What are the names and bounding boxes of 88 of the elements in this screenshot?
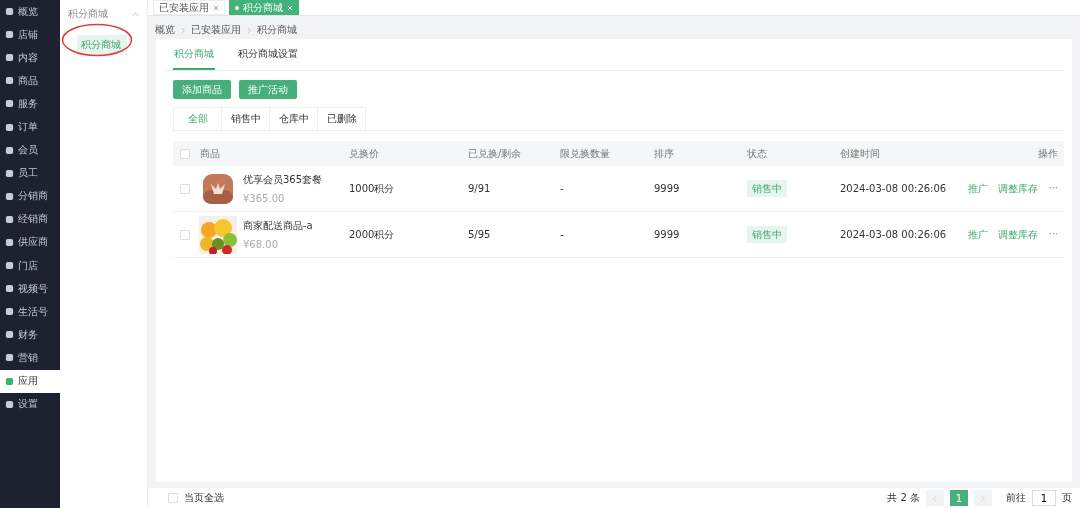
filter-tab[interactable]: 销售中 [222,107,270,130]
page-input[interactable]: 1 [1032,490,1056,506]
square-icon [5,376,14,386]
previous-page-button[interactable] [926,490,944,506]
chevron-icon [132,11,139,17]
status-tag: 销售中 [747,179,787,197]
square-icon [5,7,14,17]
table-cell-text: 9/91 [468,183,492,194]
square-icon [5,399,14,409]
sidebar-item[interactable]: 商品 [0,69,60,93]
checkbox[interactable] [168,493,178,503]
square-icon [5,284,14,294]
sidebar-item[interactable]: 服务 [0,92,60,116]
filter-tab[interactable]: 已删除 [318,107,366,130]
close-icon[interactable] [213,4,219,11]
product-name[interactable]: 优享会员365套餐 [243,173,323,187]
column-header: 商品 [200,146,221,161]
goto-label: 前往 [1006,491,1026,505]
table-cell-text: 2024-03-08 00:26:06 [840,229,948,240]
table-cell-text: 2000积分 [349,227,396,242]
column-header: 创建时间 [840,146,881,161]
breadcrumb-link[interactable]: 概览 [155,23,175,37]
checkbox[interactable] [180,229,190,240]
select-all-label: 当页全选 [184,491,224,505]
status-tag: 销售中 [747,225,787,243]
table-cell-text: 1000积分 [349,181,396,196]
product-price: ¥68.00 [243,239,279,250]
sidebar-item[interactable]: 分销商 [0,184,60,208]
sidebar-item[interactable]: 财务 [0,323,60,347]
page-unit: 页 [1062,491,1072,505]
sidebar-item[interactable]: 店铺 [0,23,60,47]
product-price: ¥365.00 [243,193,286,204]
next-page-button[interactable] [974,490,992,506]
tab[interactable]: 积分商城设置 [237,39,299,70]
table-cell-text: 2024-03-08 00:26:06 [840,183,948,194]
filter-tab[interactable]: 仓库中 [270,107,318,130]
square-icon [5,99,14,109]
page-tab[interactable]: 已安装应用 [153,0,225,15]
chevron-icon [247,26,251,34]
breadcrumb-link[interactable]: 已安装应用 [191,23,241,37]
sidebar-item[interactable]: 门店 [0,254,60,278]
column-header: 限兑换数量 [560,146,611,161]
table-cell-text: 9999 [654,229,681,240]
sidebar-item[interactable]: 概览 [0,0,60,24]
square-icon [5,122,14,132]
table-cell-text: 9999 [654,183,681,194]
square-icon [5,238,14,247]
total-count: 共 2 条 [887,491,920,505]
tab-label: 积分商城 [243,0,283,15]
sidebar-item[interactable]: 员工 [0,161,60,185]
square-icon [5,307,14,317]
sidebar-item[interactable]: 应用 [0,369,60,393]
square-icon [5,330,14,340]
sidebar-item[interactable]: 视频号 [0,277,60,301]
square-icon [5,76,14,86]
chevron-icon [181,26,185,34]
chevron-icon [933,494,937,502]
square-icon [5,214,14,224]
square-icon [5,53,14,63]
sidebar-item[interactable]: 会员 [0,138,60,162]
square-icon [5,145,14,155]
square-icon [5,353,14,363]
sidebar-item[interactable]: 订单 [0,115,60,139]
submenu-group[interactable]: 积分商城 [60,0,147,21]
column-header: 排序 [654,146,675,161]
sidebar-item[interactable]: 供应商 [0,230,60,255]
product-name[interactable]: 商家配送商品-a [243,219,313,233]
square-icon [5,261,14,271]
table-cell-text: - [560,183,565,194]
column-header: 兑换价 [349,146,380,161]
square-icon [5,30,14,40]
checkbox[interactable] [180,148,190,159]
square-icon [5,191,14,201]
sidebar-item[interactable]: 设置 [0,392,60,416]
column-header: 状态 [747,146,768,161]
column-header: 操作 [1038,146,1059,161]
table-cell-text: 5/95 [468,229,492,240]
table-cell-text: - [560,229,565,240]
sidebar-item[interactable]: 经销商 [0,207,60,231]
checkbox[interactable] [180,183,190,194]
square-icon [5,168,14,178]
column-header: 已兑换/剩余 [468,146,523,161]
sidebar-item[interactable]: 营销 [0,346,60,370]
sidebar-item[interactable]: 生活号 [0,300,60,324]
tab-label: 已安装应用 [159,0,209,15]
highlight-circle [61,23,133,57]
breadcrumb-link[interactable]: 积分商城 [257,23,297,37]
sidebar-item[interactable]: 内容 [0,46,60,70]
